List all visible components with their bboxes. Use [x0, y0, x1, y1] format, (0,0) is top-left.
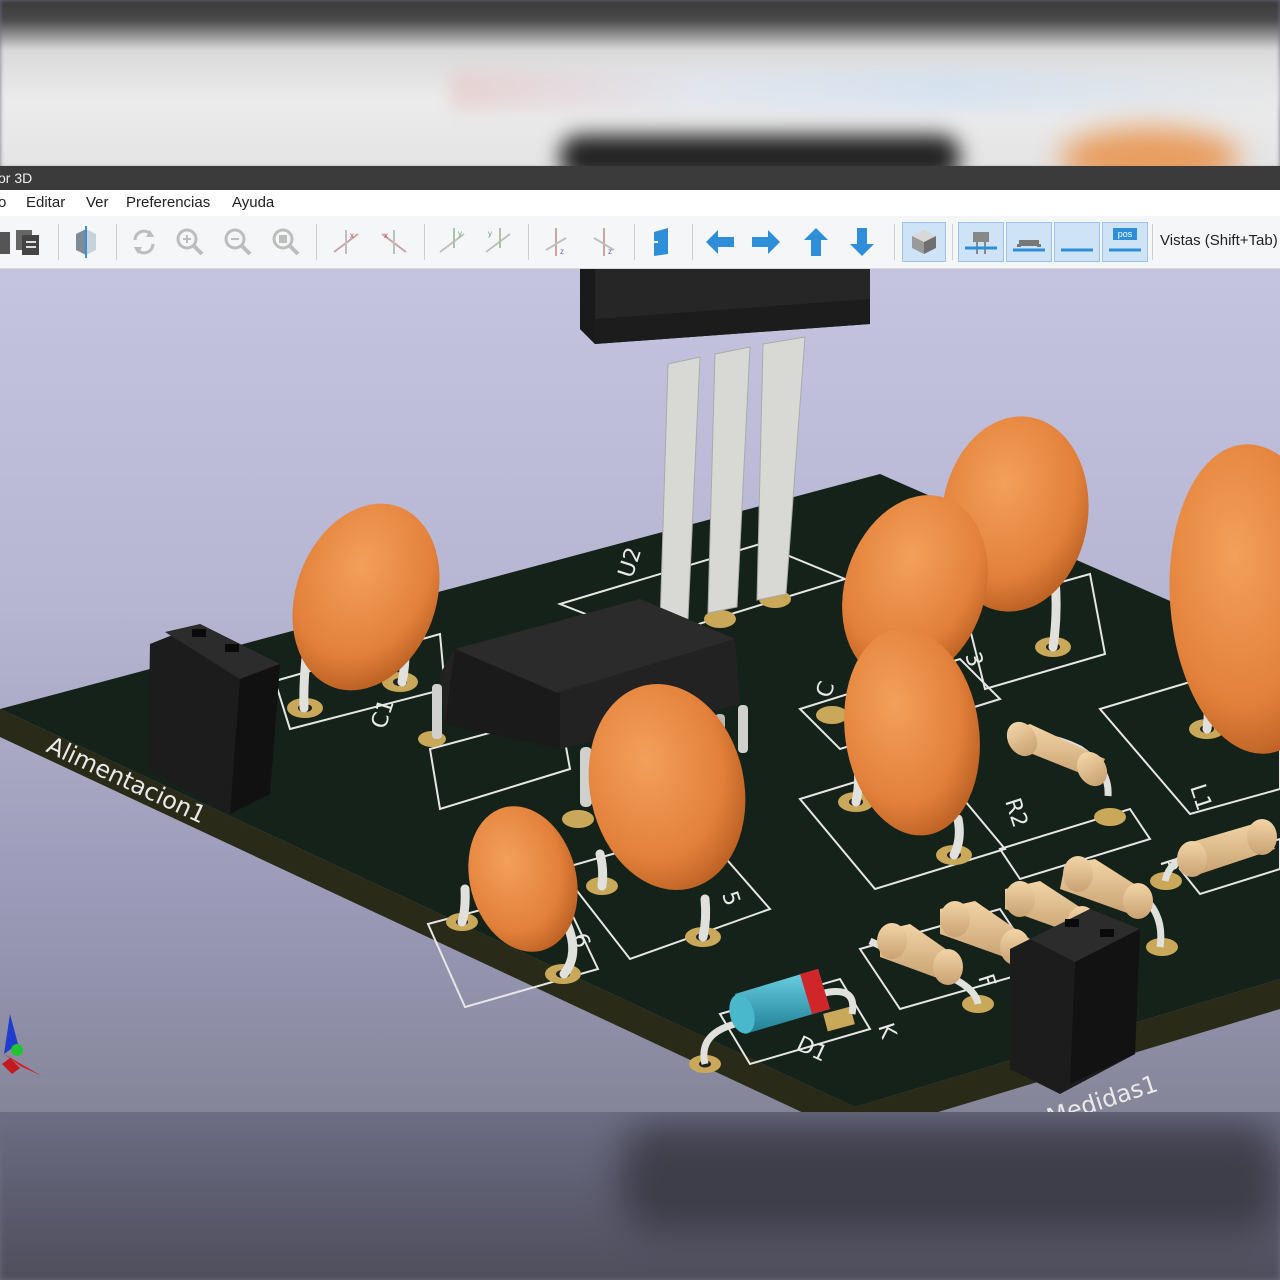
- show-tht-icon[interactable]: [958, 222, 1004, 262]
- rotate-y-cw-icon[interactable]: y: [432, 222, 472, 262]
- rotate-y-ccw-icon[interactable]: y: [478, 222, 518, 262]
- orthographic-icon[interactable]: [902, 222, 946, 262]
- window-title: or 3D: [0, 170, 33, 186]
- svg-text:z: z: [560, 247, 564, 256]
- move-up-icon[interactable]: [796, 222, 836, 262]
- move-left-icon[interactable]: [700, 222, 740, 262]
- menu-ayuda[interactable]: Ayuda: [232, 194, 274, 211]
- menu-ver[interactable]: Ver: [86, 194, 109, 211]
- rotate-z-cw-icon[interactable]: z: [536, 222, 576, 262]
- 3d-viewport[interactable]: Alimentacion1 Medidas1 U2 C1 3 C 5 6 R2 …: [0, 269, 1280, 1112]
- menu-editar[interactable]: Editar: [26, 194, 65, 211]
- menu-preferencias[interactable]: Preferencias: [126, 194, 210, 211]
- axis-gizmo: [2, 1014, 42, 1076]
- show-virtual-icon[interactable]: [1054, 222, 1100, 262]
- rotate-z-ccw-icon[interactable]: z: [584, 222, 624, 262]
- zoom-out-icon[interactable]: [218, 222, 258, 262]
- pcb-3d-scene: Alimentacion1 Medidas1 U2 C1 3 C 5 6 R2 …: [0, 269, 1280, 1112]
- svg-text:x: x: [350, 231, 354, 240]
- title-bar: or 3D: [0, 166, 1280, 190]
- blurred-background-bottom: [0, 1112, 1280, 1280]
- blurred-background-top: [0, 0, 1280, 188]
- pos-label: pos: [1118, 229, 1133, 239]
- svg-text:y: y: [458, 229, 462, 238]
- zoom-in-icon[interactable]: [170, 222, 210, 262]
- views-label[interactable]: Vistas (Shift+Tab): [1160, 232, 1278, 249]
- rotate-x-cw-icon[interactable]: x: [326, 222, 366, 262]
- reload-icon[interactable]: [124, 222, 164, 262]
- zoom-fit-icon[interactable]: [266, 222, 306, 262]
- raytracing-icon[interactable]: [66, 222, 106, 262]
- rotate-x-ccw-icon[interactable]: x: [374, 222, 414, 262]
- 3d-viewer-window: or 3D o Editar Ver Preferencias Ayuda x …: [0, 166, 1280, 1112]
- flip-board-icon[interactable]: [642, 222, 682, 262]
- move-down-icon[interactable]: [842, 222, 882, 262]
- show-smd-icon[interactable]: [1006, 222, 1052, 262]
- menu-archivo[interactable]: o: [0, 194, 6, 211]
- move-right-icon[interactable]: [746, 222, 786, 262]
- menu-bar: o Editar Ver Preferencias Ayuda: [0, 190, 1280, 216]
- svg-text:x: x: [384, 231, 388, 240]
- svg-text:y: y: [488, 229, 492, 238]
- toolbar: x x y y z z pos Vistas (Shift+Tab): [0, 216, 1280, 269]
- svg-text:z: z: [608, 247, 612, 256]
- copy-icon[interactable]: [8, 222, 48, 262]
- show-pos-icon[interactable]: pos: [1102, 222, 1148, 262]
